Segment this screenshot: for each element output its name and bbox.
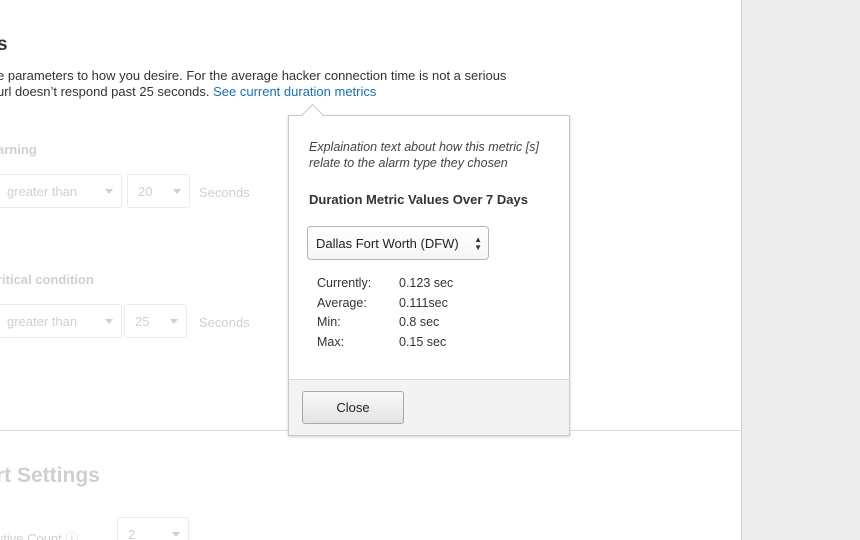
consecutive-count-label: utive Count ⓘ (0, 528, 78, 540)
metric-label: Currently: (317, 276, 372, 290)
metric-value: 0.123 sec (399, 276, 454, 290)
metric-value: 0.8 sec (399, 315, 440, 330)
critical-value-select[interactable]: 25 (124, 304, 187, 338)
settings-heading: rt Settings (0, 464, 100, 487)
critical-label: ritical condition (0, 272, 94, 287)
metric-value: 0.111sec (399, 295, 448, 310)
help-icon[interactable]: ⓘ (65, 531, 78, 540)
intro-line-2: url doesn’t respond past 25 seconds. See… (0, 84, 537, 100)
warning-label: arning (0, 142, 37, 157)
warning-value-select[interactable]: 20 (127, 174, 190, 208)
critical-operator-select[interactable]: greater than (0, 304, 122, 338)
critical-unit: Seconds (199, 315, 250, 330)
consecutive-count-value: 2 (128, 527, 136, 540)
critical-operator-value: greater than (7, 314, 78, 329)
chevron-down-icon (105, 319, 113, 324)
select-arrows-icon: ▲ ▼ (474, 235, 482, 252)
popover-title: Duration Metric Values Over 7 Days (309, 192, 528, 207)
warning-operator-select[interactable]: greater than (0, 174, 122, 208)
metric-row-average: Average: 0.111sec (317, 296, 517, 316)
warning-value: 20 (138, 184, 153, 199)
intro-line-1: e parameters to how you desire. For the … (0, 68, 507, 83)
consecutive-count-select[interactable]: 2 (117, 517, 189, 540)
chevron-down-icon (173, 189, 181, 194)
chevron-down-icon (105, 189, 113, 194)
intro-line-2-text: url doesn’t respond past 25 seconds. (0, 84, 210, 99)
consecutive-count-text: utive Count (0, 531, 62, 540)
metric-row-min: Min: 0.8 sec (317, 315, 517, 335)
metric-label: Min: (317, 315, 341, 330)
critical-value: 25 (135, 314, 150, 329)
region-select[interactable]: Dallas Fort Worth (DFW) ▲ ▼ (307, 226, 489, 260)
chevron-down-icon (170, 319, 178, 324)
duration-metrics-link[interactable]: See current duration metrics (213, 84, 376, 99)
metric-value: 0.15 sec (399, 334, 447, 349)
warning-unit: Seconds (199, 185, 250, 200)
metric-label: Max: (317, 334, 345, 349)
popover-footer: Close (289, 379, 569, 435)
chevron-down-icon (172, 532, 180, 537)
page-title: s (0, 34, 8, 55)
close-button[interactable]: Close (302, 391, 404, 424)
metrics-list: Currently: 0.123 sec Average: 0.111sec M… (317, 276, 517, 354)
side-panel (741, 0, 860, 540)
popover-description: Explaination text about how this metric … (309, 140, 539, 170)
intro-text: e parameters to how you desire. For the … (0, 68, 537, 100)
warning-operator-value: greater than (7, 184, 78, 199)
metrics-popover: Explaination text about how this metric … (288, 103, 570, 436)
region-selected-value: Dallas Fort Worth (DFW) (316, 236, 459, 251)
metric-label: Average: (317, 295, 367, 310)
metric-row-currently: Currently: 0.123 sec (317, 276, 517, 296)
metric-row-max: Max: 0.15 sec (317, 335, 517, 355)
